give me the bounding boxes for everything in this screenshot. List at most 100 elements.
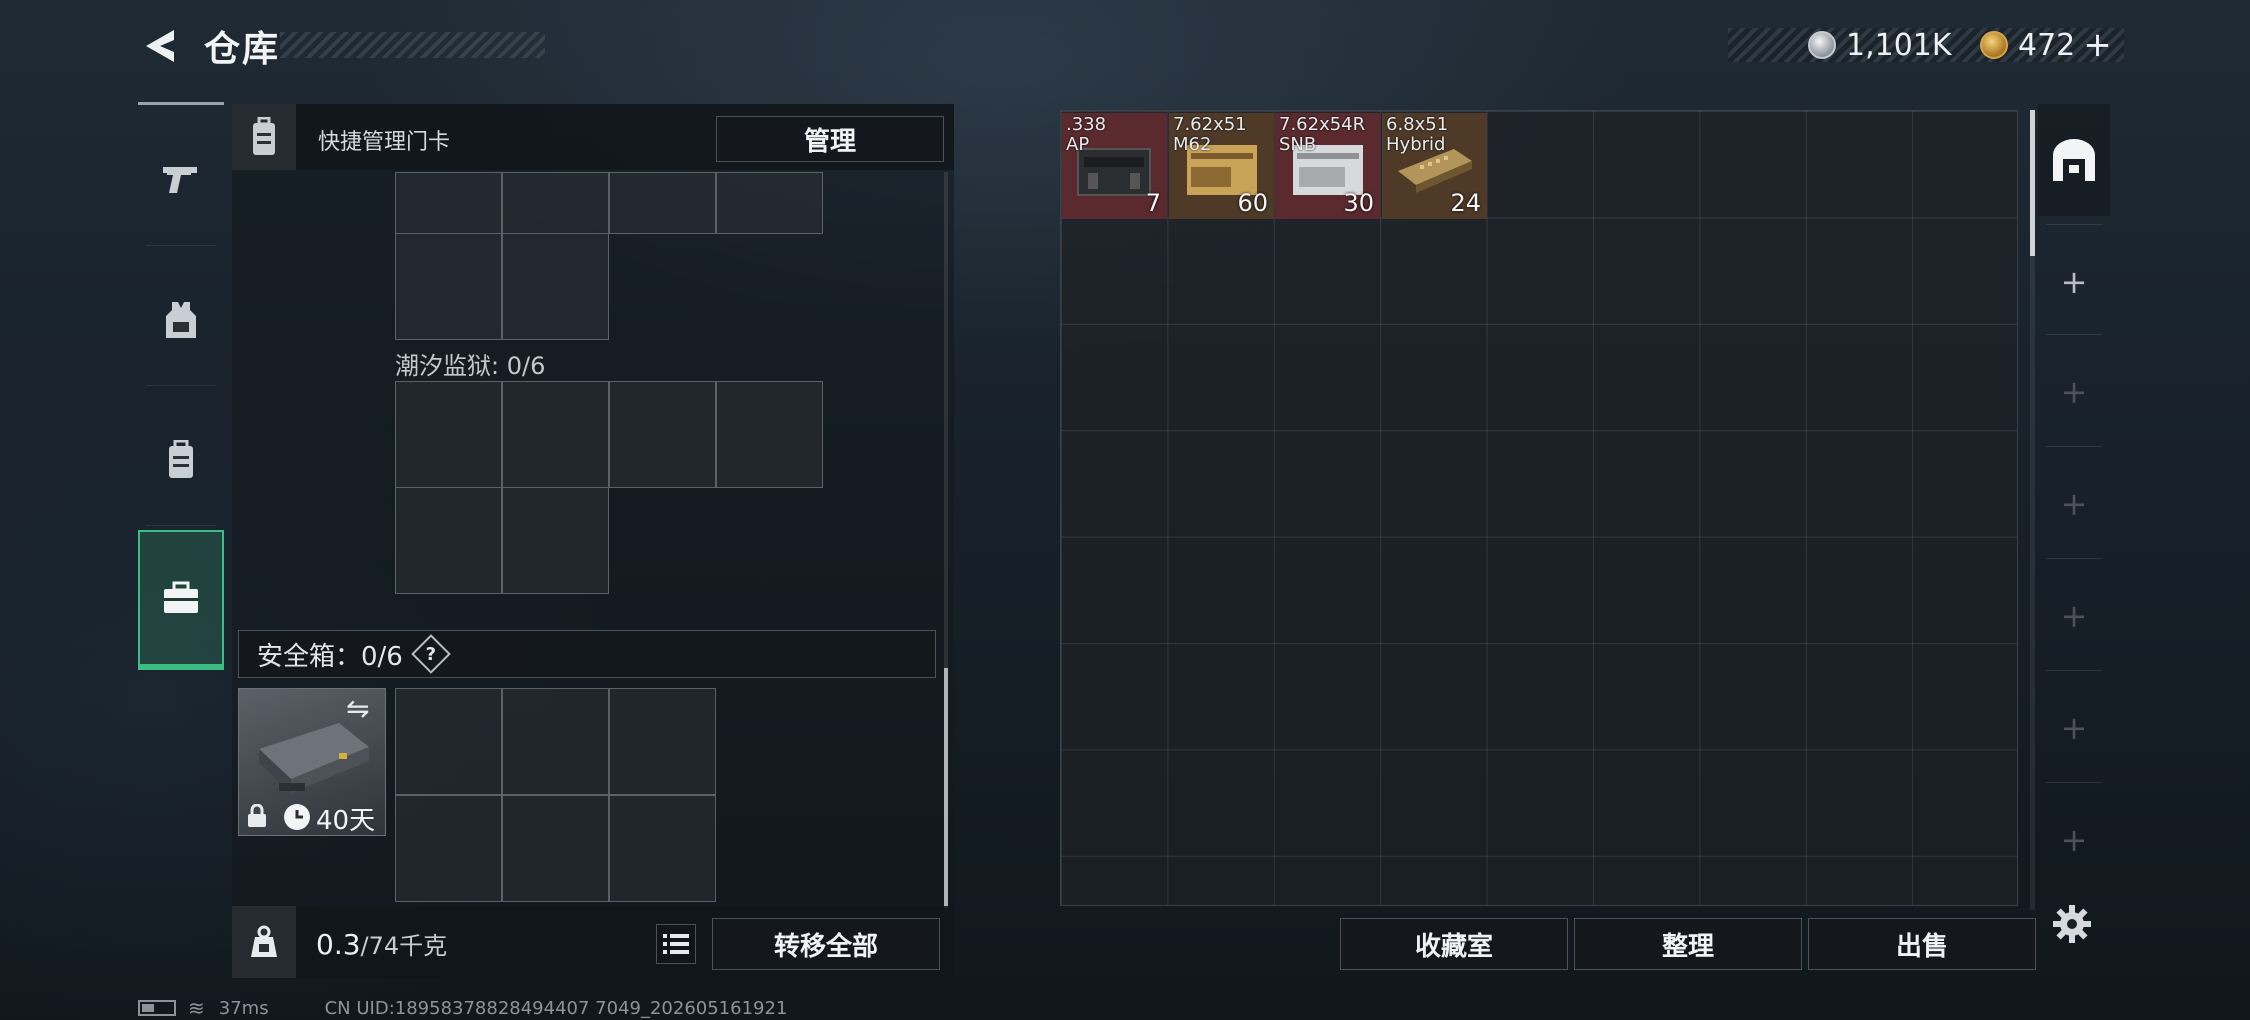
stash-tab-add[interactable]: +	[2038, 226, 2110, 338]
item-type: AP	[1066, 134, 1090, 155]
item-caliber: 6.8x51	[1386, 114, 1449, 135]
add-gold-button[interactable]: +	[2083, 25, 2112, 65]
weight-icon	[251, 925, 277, 957]
chevron-left-icon	[146, 30, 174, 62]
pistol-icon	[163, 167, 197, 193]
safe-box-header: 安全箱：0/6 ?	[238, 630, 936, 678]
stash-tab-locked: +	[2038, 560, 2110, 672]
gold-coin-icon	[1980, 31, 2008, 59]
settings-button[interactable]	[2046, 898, 2098, 950]
stash-home-icon	[2053, 139, 2095, 181]
wifi-icon: ≋	[188, 996, 205, 1020]
item-type: SNB	[1279, 134, 1317, 155]
tidal-prison-label: 潮汐监狱: 0/6	[395, 352, 546, 380]
help-icon: ?	[425, 643, 437, 665]
stash-tab-locked: +	[2038, 448, 2110, 560]
sell-button[interactable]: 出售	[1808, 918, 2036, 970]
title-decoration	[280, 32, 545, 58]
item-caliber: 7.62x54R	[1279, 114, 1366, 135]
safe-box-slot[interactable]	[609, 688, 716, 795]
safe-box-slot[interactable]	[502, 688, 609, 795]
stash-item-ammo[interactable]: 7.62x51 M62 60	[1169, 113, 1274, 219]
collection-room-button[interactable]: 收藏室	[1340, 918, 1568, 970]
page-title: 仓库	[204, 29, 281, 70]
keycard-slot[interactable]	[502, 381, 609, 488]
stash-tab-locked: +	[2038, 672, 2110, 784]
keycard-case-icon-box	[232, 104, 296, 170]
back-button[interactable]	[138, 24, 182, 68]
keycard-slot[interactable]	[609, 172, 716, 234]
transfer-all-button[interactable]: 转移全部	[712, 918, 940, 970]
lock-icon	[248, 804, 266, 827]
weight-max: /74千克	[360, 932, 448, 960]
silver-currency: 1,101K	[1808, 26, 1952, 64]
stash-item-ammo[interactable]: .338 AP 7	[1062, 113, 1167, 219]
keycard-slot[interactable]	[502, 487, 609, 594]
list-icon	[663, 934, 689, 954]
item-caliber: 7.62x51	[1173, 114, 1247, 135]
status-bar: ≋ 37ms CN UID:18958378828494407 7049_202…	[138, 996, 787, 1020]
help-button[interactable]: ?	[411, 634, 451, 674]
weight-icon-box	[232, 906, 296, 978]
silver-coin-icon	[1808, 31, 1836, 59]
container-scrollbar-thumb[interactable]	[944, 668, 948, 908]
sidebar-item-vest[interactable]	[138, 250, 224, 390]
keycard-slot[interactable]	[502, 233, 609, 340]
gold-currency[interactable]: 472 +	[1980, 25, 2112, 65]
keycard-case-icon	[253, 117, 275, 155]
quick-manage-label: 快捷管理门卡	[318, 130, 451, 155]
keycard-slot[interactable]	[395, 381, 502, 488]
plus-icon: +	[2060, 373, 2088, 411]
clock-icon	[284, 804, 310, 830]
keycard-slot[interactable]	[716, 172, 823, 234]
carry-weight: 0.3/74千克	[316, 926, 447, 961]
keycard-slot[interactable]	[609, 381, 716, 488]
plus-icon: +	[2060, 597, 2088, 635]
sidebar-item-backpack[interactable]	[138, 390, 224, 530]
safe-box-slot[interactable]	[502, 795, 609, 902]
battery-icon	[138, 1000, 176, 1016]
plus-icon: +	[2060, 485, 2088, 523]
weight-current: 0.3	[316, 928, 361, 961]
safe-box-slot[interactable]	[395, 795, 502, 902]
keycard-slot[interactable]	[395, 233, 502, 340]
keycard-slot[interactable]	[395, 172, 502, 234]
silver-amount: 1,101K	[1846, 27, 1952, 63]
plus-icon: +	[2060, 709, 2088, 747]
plus-icon: +	[2060, 263, 2088, 301]
stash-tabs: + + + + + +	[2038, 104, 2110, 964]
stash-item-ammo[interactable]: 6.8x51 Hybrid 24	[1382, 113, 1487, 219]
safe-box-label: 安全箱：0/6	[257, 641, 403, 672]
list-view-button[interactable]	[656, 924, 696, 964]
manage-button[interactable]: 管理	[716, 116, 944, 162]
backpack-icon	[169, 440, 193, 478]
item-quantity: 24	[1450, 189, 1481, 217]
chest-rig-icon	[166, 302, 196, 338]
sidebar-item-weapon[interactable]	[138, 110, 224, 250]
organize-button[interactable]: 整理	[1574, 918, 1802, 970]
stash-grid-lines	[1061, 111, 2017, 905]
stash-item-ammo[interactable]: 7.62x54R SNB 30	[1275, 113, 1380, 219]
item-type: M62	[1173, 134, 1212, 155]
keycard-slot[interactable]	[716, 381, 823, 488]
keycard-slot[interactable]	[502, 172, 609, 234]
safe-box-slot[interactable]	[395, 688, 502, 795]
case-duration: 40天	[316, 806, 376, 836]
item-quantity: 7	[1145, 189, 1161, 217]
item-caliber: .338	[1066, 114, 1107, 135]
category-sidebar	[138, 100, 226, 672]
briefcase-icon	[164, 581, 198, 613]
stash-tab-main[interactable]	[2038, 104, 2110, 216]
item-quantity: 60	[1237, 189, 1268, 217]
safe-box-slot[interactable]	[609, 795, 716, 902]
gold-amount: 472	[2018, 27, 2076, 63]
stash-scrollbar-thumb[interactable]	[2030, 110, 2035, 256]
stash-tab-locked: +	[2038, 784, 2110, 896]
sidebar-item-safe-box[interactable]	[138, 530, 224, 670]
item-type: Hybrid	[1386, 134, 1446, 155]
gear-icon	[2053, 905, 2091, 943]
swap-case-icon[interactable]: ⇋	[346, 692, 369, 725]
stash-tab-locked: +	[2038, 336, 2110, 448]
keycard-slot[interactable]	[395, 487, 502, 594]
stash-grid[interactable]: .338 AP 7 7.62x51 M62 60 7.62x54R SNB 30 6.…	[1060, 110, 2018, 906]
